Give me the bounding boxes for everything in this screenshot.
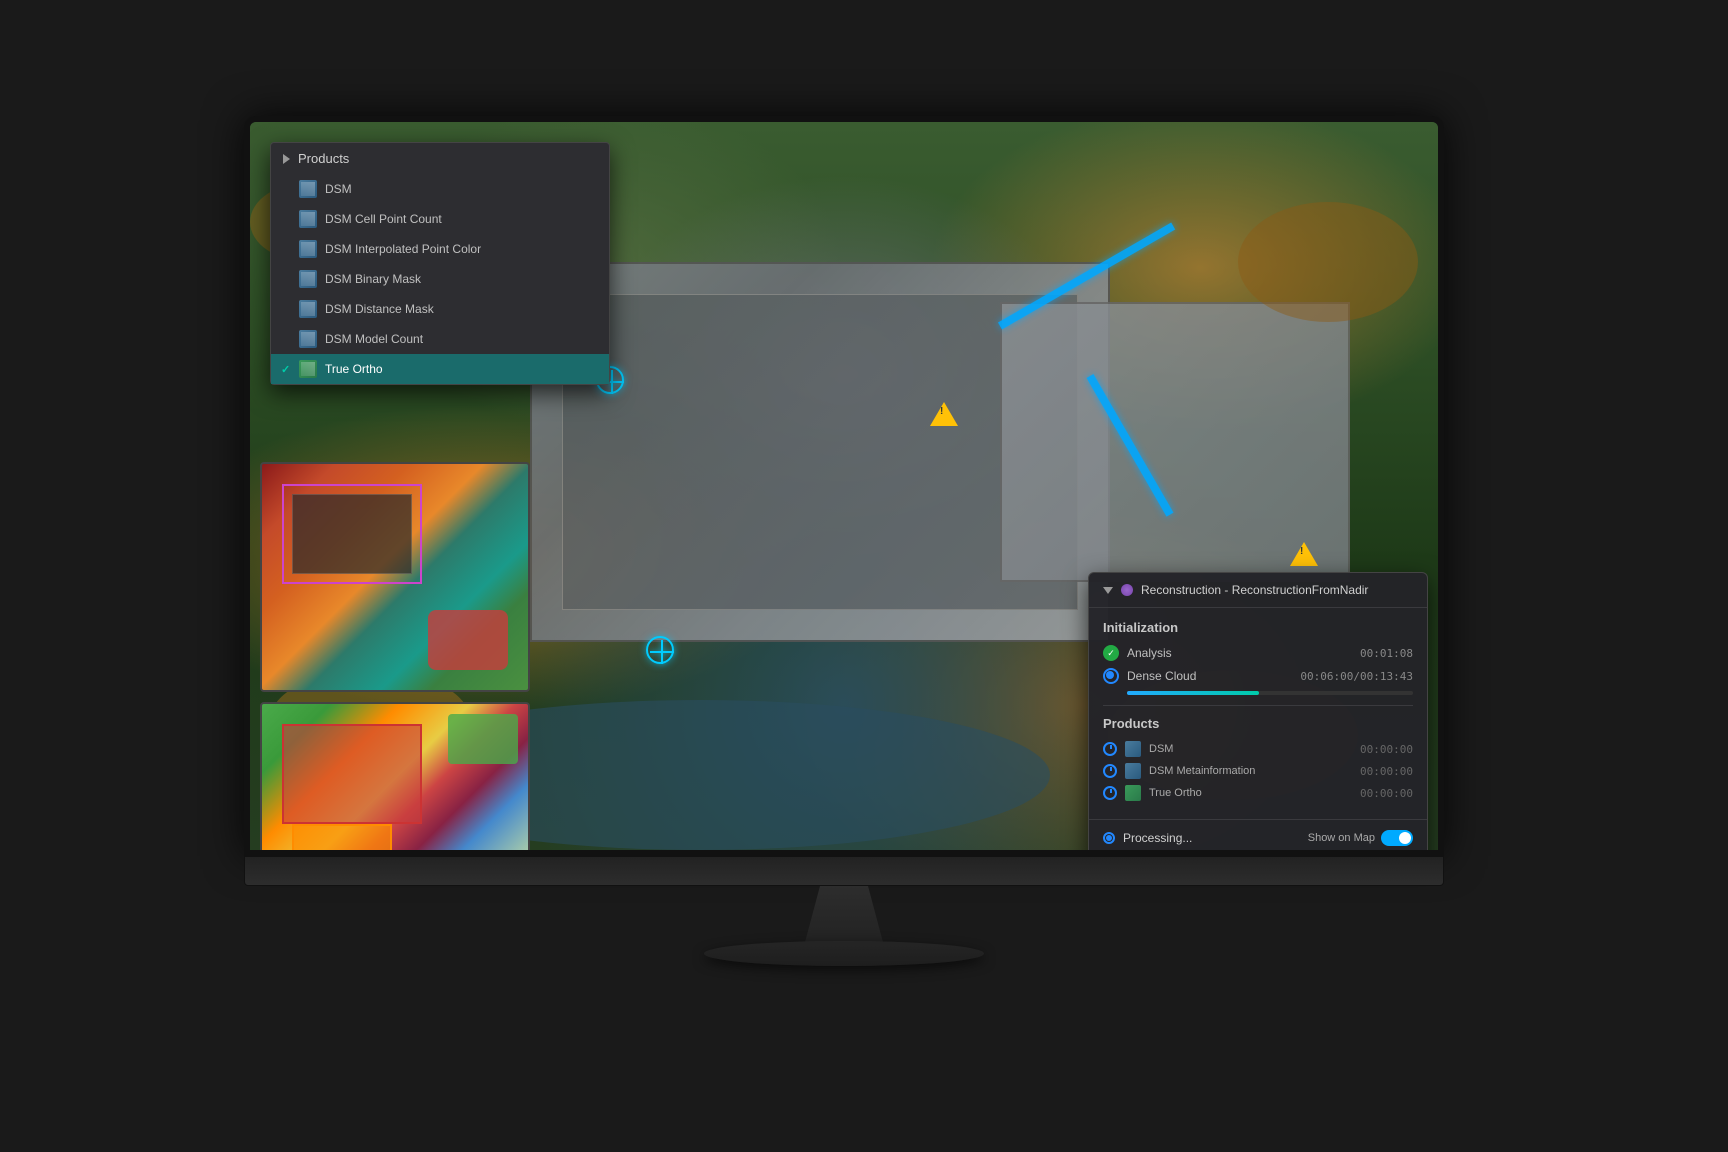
dsm-meta-label: DSM Metainformation: [1149, 765, 1352, 777]
show-on-map: Show on Map: [1308, 830, 1413, 846]
dsm-binary-icon: [299, 270, 317, 288]
monitor-stand-base: [704, 941, 984, 966]
processing-label: Processing...: [1123, 831, 1300, 845]
recon-arrow-icon: [1103, 587, 1113, 594]
processing-status-icon: [1103, 832, 1115, 844]
dense-cloud-status: [1103, 668, 1119, 684]
thumbnail-ir: [260, 462, 530, 692]
scene: Products DSM DSM Cell Point Count DSM In…: [164, 86, 1564, 1066]
analysis-label: Analysis: [1127, 646, 1352, 660]
product-dsm: DSM 00:00:00: [1103, 741, 1413, 757]
dropdown-item-dsm-interpolated[interactable]: DSM Interpolated Point Color: [271, 234, 609, 264]
dsm-meta-icon: [1125, 763, 1141, 779]
vegetation-2: [1238, 202, 1418, 322]
dsm-product-icon: [1125, 741, 1141, 757]
class-building-1: [282, 724, 422, 824]
warning-triangle-1: [930, 402, 958, 426]
product-true-ortho: True Ortho 00:00:00: [1103, 785, 1413, 801]
recon-header: Reconstruction - ReconstructionFromNadir: [1089, 573, 1427, 608]
products-title: Products: [1103, 716, 1413, 731]
processing-row: Processing... Show on Map: [1103, 830, 1413, 846]
dsm-model-icon: [299, 330, 317, 348]
dense-cloud-label: Dense Cloud: [1127, 669, 1292, 683]
initialization-title: Initialization: [1103, 620, 1413, 635]
check-mark-icon: ✓: [281, 363, 290, 376]
products-header-label: Products: [298, 151, 349, 166]
true-ortho-icon: [299, 360, 317, 378]
dsm-distance-icon: [299, 300, 317, 318]
true-ortho-clock-icon: [1103, 786, 1117, 800]
recon-body: Initialization ✓ Analysis 00:01:08 Dense…: [1089, 608, 1427, 819]
dense-cloud-row: Dense Cloud 00:06:00/00:13:43: [1103, 668, 1413, 684]
dropdown-item-dsm-model[interactable]: DSM Model Count: [271, 324, 609, 354]
dropdown-item-dsm[interactable]: DSM: [271, 174, 609, 204]
dsm-product-label: DSM: [1149, 743, 1352, 755]
show-on-map-toggle[interactable]: [1381, 830, 1413, 846]
monitor-bezel: [244, 856, 1444, 886]
thumbnail-classification: [260, 702, 530, 856]
analysis-time: 00:01:08: [1360, 647, 1413, 660]
reconstruction-panel: Reconstruction - ReconstructionFromNadir…: [1088, 572, 1428, 856]
warning-triangle-2: [1290, 542, 1318, 566]
dsm-icon: [299, 180, 317, 198]
true-ortho-product-icon: [1125, 785, 1141, 801]
crosshair-2: [650, 640, 674, 664]
product-dsm-meta: DSM Metainformation 00:00:00: [1103, 763, 1413, 779]
products-section-header[interactable]: Products: [271, 143, 609, 174]
dsm-interp-label: DSM Interpolated Point Color: [325, 242, 481, 256]
monitor: Products DSM DSM Cell Point Count DSM In…: [244, 116, 1444, 936]
dsm-distance-label: DSM Distance Mask: [325, 302, 434, 316]
monitor-stand-neck: [804, 886, 884, 946]
true-ortho-product-label: True Ortho: [1149, 787, 1352, 799]
dsm-cell-icon: [299, 210, 317, 228]
dropdown-item-true-ortho[interactable]: ✓ True Ortho: [271, 354, 609, 384]
dsm-interp-icon: [299, 240, 317, 258]
dsm-meta-clock-icon: [1103, 764, 1117, 778]
collapse-arrow-icon: [283, 154, 290, 164]
analysis-row: ✓ Analysis 00:01:08: [1103, 645, 1413, 661]
dense-cloud-progress-bar: [1127, 691, 1413, 695]
divider-1: [1103, 705, 1413, 706]
thumb-building: [292, 494, 412, 574]
dsm-meta-time: 00:00:00: [1360, 765, 1413, 778]
dsm-product-time: 00:00:00: [1360, 743, 1413, 756]
crosshair-circle-2: [646, 636, 674, 664]
recon-footer: Processing... Show on Map Initialization…: [1089, 819, 1427, 856]
recon-title: Reconstruction - ReconstructionFromNadir: [1141, 583, 1368, 597]
class-building-2: [292, 824, 392, 856]
dsm-model-label: DSM Model Count: [325, 332, 423, 346]
dsm-label: DSM: [325, 182, 352, 196]
dsm-clock-icon: [1103, 742, 1117, 756]
true-ortho-label: True Ortho: [325, 362, 383, 376]
recon-purple-dot: [1121, 584, 1133, 596]
dropdown-item-dsm-binary[interactable]: DSM Binary Mask: [271, 264, 609, 294]
analysis-status-check: ✓: [1103, 645, 1119, 661]
dense-cloud-progress-fill: [1127, 691, 1259, 695]
building-right: [1000, 302, 1350, 582]
dense-cloud-time: 00:06:00/00:13:43: [1300, 670, 1413, 683]
class-veg: [448, 714, 518, 764]
monitor-screen: Products DSM DSM Cell Point Count DSM In…: [244, 116, 1444, 856]
dsm-binary-label: DSM Binary Mask: [325, 272, 421, 286]
ir-patch-1: [428, 610, 508, 670]
dsm-cell-label: DSM Cell Point Count: [325, 212, 442, 226]
products-dropdown: Products DSM DSM Cell Point Count DSM In…: [270, 142, 610, 385]
dropdown-item-dsm-cell[interactable]: DSM Cell Point Count: [271, 204, 609, 234]
show-on-map-label: Show on Map: [1308, 832, 1375, 844]
dropdown-item-dsm-distance[interactable]: DSM Distance Mask: [271, 294, 609, 324]
true-ortho-product-time: 00:00:00: [1360, 787, 1413, 800]
